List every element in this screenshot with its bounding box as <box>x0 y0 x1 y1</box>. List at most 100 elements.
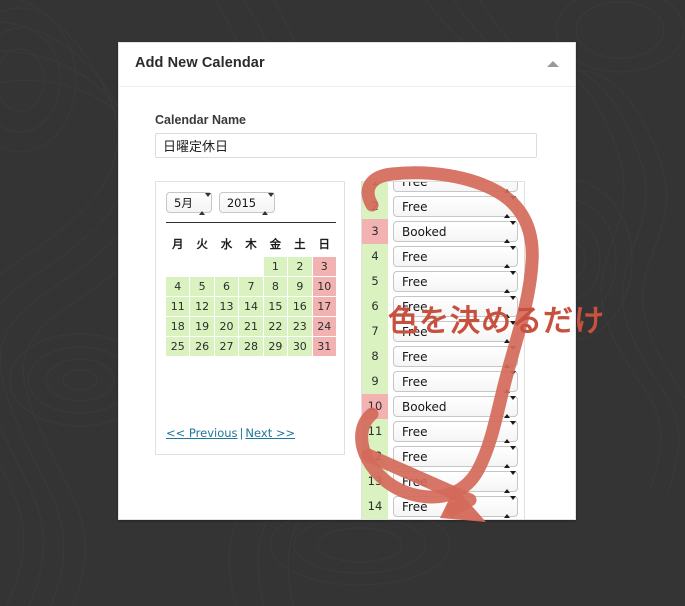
day-status-panel[interactable]: 1 Free 2 Free 3 Booked 4 Free 5 Free 6 Free 7 Free 8 Fr… <box>361 181 525 519</box>
calendar-day-cell[interactable]: 28 <box>239 337 263 356</box>
day-number: 4 <box>362 244 388 269</box>
calendar-day-cell[interactable]: 8 <box>263 277 288 296</box>
updown-arrows-icon <box>504 271 516 293</box>
calendar-day-cell[interactable]: 16 <box>288 297 312 316</box>
calendar-day-cell[interactable]: 23 <box>288 317 312 336</box>
day-number: 6 <box>362 294 388 319</box>
updown-arrows-icon <box>504 296 516 318</box>
calendar-day-cell[interactable]: 27 <box>214 337 239 356</box>
day-status-select[interactable]: Free <box>393 496 518 518</box>
day-status-value: Free <box>402 249 428 264</box>
day-status-select[interactable]: Booked <box>393 221 518 243</box>
year-select[interactable]: 2015 <box>218 192 276 215</box>
calendar-day-cell[interactable]: 31 <box>312 337 336 356</box>
day-status-select[interactable]: Free <box>393 246 518 268</box>
updown-arrows-icon <box>198 193 211 215</box>
calendar-day-cell[interactable]: 6 <box>214 277 239 296</box>
day-status-value: Free <box>402 324 428 339</box>
calendar-period-selectors: 5月 2015 <box>166 192 276 215</box>
day-status-select[interactable]: Free <box>393 196 518 218</box>
day-status-row: 7 Free <box>362 319 524 344</box>
day-status-select[interactable]: Booked <box>393 396 518 418</box>
day-number: 13 <box>362 469 388 494</box>
day-status-select[interactable]: Free <box>393 182 518 193</box>
updown-arrows-icon <box>504 196 516 218</box>
calendar-day-cell[interactable]: 29 <box>263 337 288 356</box>
calendar-day-cell[interactable]: 22 <box>263 317 288 336</box>
next-month-link[interactable]: Next >> <box>245 426 295 440</box>
day-status-select[interactable]: Free <box>393 321 518 343</box>
calendar-day-cell[interactable]: 25 <box>166 337 190 356</box>
calendar-day-cell[interactable]: 3 <box>312 257 336 276</box>
calendar-day-cell[interactable]: 7 <box>239 277 263 296</box>
month-select[interactable]: 5月 <box>166 192 212 215</box>
year-select-value: 2015 <box>226 195 257 210</box>
day-status-row: 5 Free <box>362 269 524 294</box>
calendar-day-cell[interactable]: 14 <box>239 297 263 316</box>
calendar-week-row: 123 <box>166 257 336 276</box>
calendar-day-cell[interactable]: 26 <box>190 337 214 356</box>
calendar-day-cell[interactable]: 20 <box>214 317 239 336</box>
calendar-week-row: 18 19 20 21 22 23 24 <box>166 317 336 336</box>
month-select-value: 5月 <box>174 195 193 210</box>
updown-arrows-icon <box>504 421 516 443</box>
day-status-row: 13 Free <box>362 469 524 494</box>
calendar-divider <box>166 222 336 223</box>
updown-arrows-icon <box>504 471 516 493</box>
calendar-day-cell[interactable]: 30 <box>288 337 312 356</box>
calendar-day-cell[interactable]: 11 <box>166 297 190 316</box>
updown-arrows-icon <box>262 193 275 215</box>
day-status-list: 1 Free 2 Free 3 Booked 4 Free 5 Free 6 Free 7 Free 8 Fr… <box>362 182 524 519</box>
calendar-grid: 月 火 水 木 金 土 日 1 2 3 4 5 6 7 8 9 10 11 12 13 14 15 16 17 1… <box>165 231 337 357</box>
calendar-day-cell[interactable]: 24 <box>312 317 336 336</box>
calendar-day-cell[interactable]: 4 <box>166 277 190 296</box>
previous-month-link[interactable]: << Previous <box>166 426 238 440</box>
day-status-value: Booked <box>402 399 447 414</box>
calendar-empty-cell <box>239 257 262 276</box>
calendar-day-cell[interactable]: 5 <box>190 277 214 296</box>
updown-arrows-icon <box>504 221 516 243</box>
day-number: 2 <box>362 194 388 219</box>
calendar-day-cell[interactable]: 10 <box>312 277 336 296</box>
calendar-day-cell[interactable]: 2 <box>288 257 312 276</box>
add-calendar-panel: Add New Calendar Calendar Name 5月 2015 <box>118 42 576 520</box>
day-status-select[interactable]: Free <box>393 471 518 493</box>
day-number: 12 <box>362 444 388 469</box>
day-number: 1 <box>362 182 388 194</box>
updown-arrows-icon <box>504 246 516 268</box>
calendar-day-cell[interactable]: 12 <box>190 297 214 316</box>
day-status-value: Free <box>402 374 428 389</box>
day-status-select[interactable]: Free <box>393 296 518 318</box>
day-status-value: Free <box>402 449 428 464</box>
weekday-header: 月 <box>171 237 184 251</box>
calendar-day-cell[interactable]: 17 <box>312 297 336 316</box>
calendar-name-input[interactable] <box>155 133 537 158</box>
updown-arrows-icon <box>504 396 516 418</box>
calendar-week-row: 4 5 6 7 8 9 10 <box>166 277 336 296</box>
triangle-up-icon[interactable] <box>547 59 561 71</box>
day-status-select[interactable]: Free <box>393 446 518 468</box>
calendar-empty-cell <box>215 257 238 276</box>
day-number: 11 <box>362 419 388 444</box>
day-status-select[interactable]: Free <box>393 421 518 443</box>
day-status-row: 10 Booked <box>362 394 524 419</box>
day-status-row: 11 Free <box>362 419 524 444</box>
calendar-day-cell[interactable]: 19 <box>190 317 214 336</box>
calendar-day-cell[interactable]: 18 <box>166 317 190 336</box>
day-status-select[interactable]: Free <box>393 346 518 368</box>
day-status-value: Free <box>402 349 428 364</box>
day-status-value: Free <box>402 274 428 289</box>
calendar-day-cell[interactable]: 13 <box>214 297 239 316</box>
calendar-day-cell[interactable]: 15 <box>263 297 288 316</box>
calendar-day-cell[interactable]: 1 <box>263 257 288 276</box>
updown-arrows-icon <box>504 446 516 468</box>
day-status-select[interactable]: Free <box>393 271 518 293</box>
nav-separator: | <box>239 426 244 440</box>
day-number: 14 <box>362 494 388 519</box>
calendar-day-cell[interactable]: 21 <box>239 317 263 336</box>
calendar-empty-cell <box>190 257 213 276</box>
day-status-select[interactable]: Free <box>393 371 518 393</box>
weekday-header: 木 <box>245 237 257 251</box>
calendar-day-cell[interactable]: 9 <box>288 277 312 296</box>
day-status-row: 1 Free <box>362 182 524 194</box>
